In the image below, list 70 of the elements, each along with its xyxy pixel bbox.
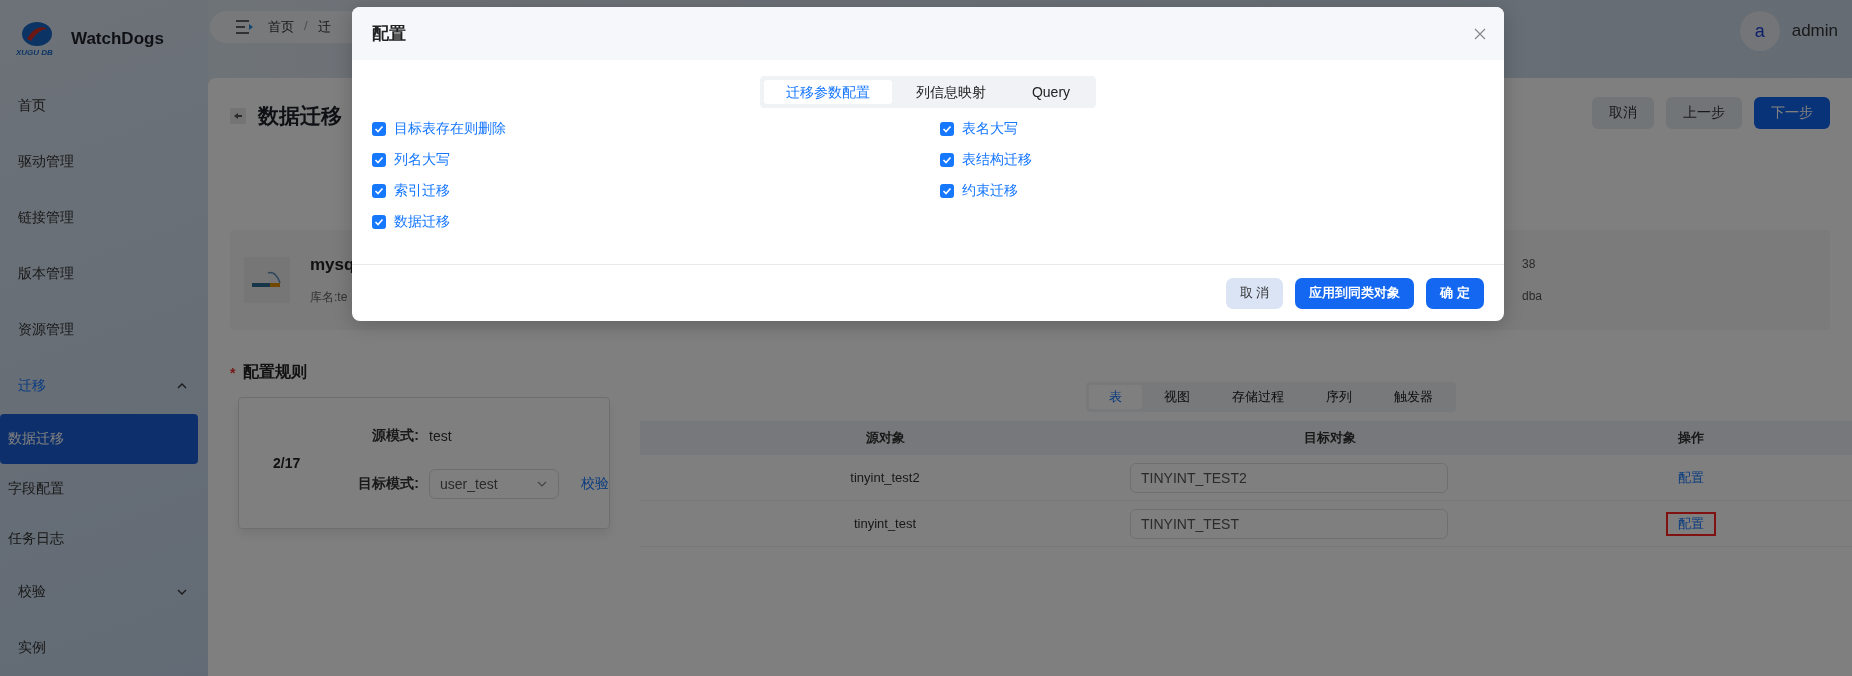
- menu-icon[interactable]: [236, 20, 254, 34]
- user-name[interactable]: admin: [1791, 21, 1838, 41]
- sidebar-item[interactable]: 校验: [0, 564, 208, 620]
- object-tab[interactable]: 触发器: [1374, 385, 1453, 409]
- object-tab[interactable]: 存储过程: [1212, 385, 1304, 409]
- config-link[interactable]: 配置: [1666, 465, 1716, 490]
- checkbox-label: 表名大写: [962, 120, 1018, 138]
- sidebar-item[interactable]: 首页: [0, 78, 208, 134]
- dialog-title: 配置: [372, 23, 406, 45]
- rule-counter: 2/17: [273, 455, 302, 471]
- connection-detail: dba: [1522, 289, 1544, 303]
- checkbox-label: 列名大写: [394, 151, 450, 169]
- breadcrumb-link[interactable]: 首页: [268, 18, 294, 36]
- dialog-tab[interactable]: 列信息映射: [893, 80, 1008, 104]
- dialog-button[interactable]: 取 消: [1225, 277, 1284, 309]
- page-title: 数据迁移: [258, 103, 342, 129]
- checkbox[interactable]: [372, 184, 386, 198]
- checkbox[interactable]: [940, 153, 954, 167]
- sidebar-subitem[interactable]: 数据迁移: [0, 414, 198, 464]
- field-value: test: [429, 428, 453, 444]
- step-button[interactable]: 下一步: [1754, 97, 1830, 129]
- breadcrumb-link[interactable]: 迁: [317, 18, 331, 36]
- sidebar-item[interactable]: 版本管理: [0, 246, 208, 302]
- column-header: 操作: [1677, 429, 1705, 447]
- step-button[interactable]: 上一步: [1666, 97, 1742, 129]
- target-name-field[interactable]: TINYINT_TEST: [1130, 508, 1448, 539]
- sidebar-item[interactable]: 资源管理: [0, 302, 208, 358]
- field-label: 目标模式:: [358, 475, 419, 493]
- checkbox-label: 约束迁移: [962, 182, 1018, 200]
- sidebar-item[interactable]: 链接管理: [0, 190, 208, 246]
- sidebar-item[interactable]: 驱动管理: [0, 134, 208, 190]
- step-button[interactable]: 取消: [1592, 97, 1654, 129]
- sidebar-subitem[interactable]: 字段配置: [0, 464, 198, 514]
- dialog-tab[interactable]: 迁移参数配置: [763, 80, 892, 104]
- object-tab[interactable]: 视图: [1144, 385, 1210, 409]
- checkbox-label: 目标表存在则删除: [394, 120, 506, 138]
- check-link[interactable]: 校验: [581, 475, 609, 493]
- breadcrumb-separator: /: [304, 18, 308, 35]
- field-label: 源模式:: [371, 427, 419, 445]
- schema-select[interactable]: user_test: [429, 469, 559, 499]
- section-title: 配置规则: [243, 362, 308, 382]
- checkbox[interactable]: [372, 215, 386, 229]
- app-name: WatchDogs: [71, 29, 164, 49]
- close-icon[interactable]: [1474, 27, 1486, 40]
- dialog-button[interactable]: 应用到同类对象: [1295, 277, 1415, 309]
- connection-detail: 38: [1522, 257, 1537, 271]
- config-link[interactable]: 配置: [1666, 511, 1716, 536]
- sidebar-item[interactable]: 实例: [0, 620, 208, 676]
- table-cell-text: tinyint_test2: [849, 470, 921, 485]
- checkbox-label: 数据迁移: [394, 213, 450, 231]
- sidebar-subitem[interactable]: 任务日志: [0, 514, 198, 564]
- table-cell-text: tinyint_test: [852, 516, 918, 531]
- checkbox[interactable]: [372, 122, 386, 136]
- dialog-button[interactable]: 确 定: [1426, 277, 1484, 309]
- checkbox[interactable]: [372, 153, 386, 167]
- checkbox-label: 索引迁移: [394, 182, 450, 200]
- column-header: 目标对象: [1303, 429, 1357, 447]
- required-mark: *: [230, 364, 236, 381]
- checkbox[interactable]: [940, 184, 954, 198]
- sidebar-item[interactable]: 迁移: [0, 358, 208, 414]
- column-header: 源对象: [864, 429, 906, 447]
- avatar[interactable]: a: [1739, 11, 1780, 51]
- object-tab[interactable]: 序列: [1306, 385, 1372, 409]
- dialog-tab[interactable]: Query: [1009, 80, 1093, 104]
- object-tab[interactable]: 表: [1089, 385, 1142, 409]
- checkbox[interactable]: [940, 122, 954, 136]
- database-name: 库名:te: [310, 288, 349, 306]
- back-icon[interactable]: [230, 108, 246, 124]
- checkbox-label: 表结构迁移: [962, 151, 1032, 169]
- target-name-field[interactable]: TINYINT_TEST2: [1130, 462, 1448, 493]
